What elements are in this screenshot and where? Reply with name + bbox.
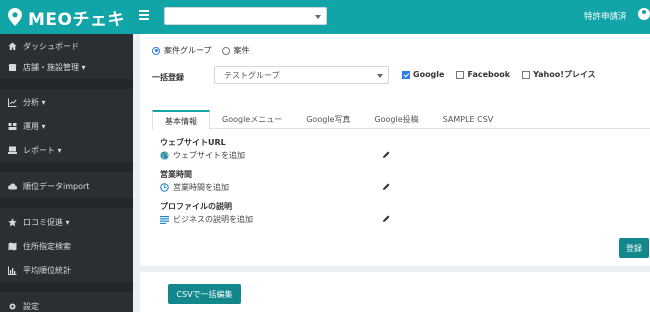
top-bar: MEOチェキ 特許申請済 <box>0 0 650 34</box>
target-type-radio-group: 案件グループ 案件 <box>152 45 260 56</box>
add-description-link[interactable]: ビジネスの説明を追加 <box>160 214 253 225</box>
sidebar-item-reports[interactable]: レポート ▾ <box>0 138 133 162</box>
radio-project[interactable] <box>221 46 230 55</box>
pencil-icon[interactable] <box>382 214 391 223</box>
sidebar-item-label: ダッシュボード <box>23 41 79 51</box>
sidebar-item-store-management[interactable]: 店舗・施設管理 ▾ <box>0 55 133 79</box>
platform-label: Google <box>413 70 445 79</box>
pencil-icon[interactable] <box>382 150 391 159</box>
store-icon <box>8 63 17 72</box>
brand-logo[interactable]: MEOチェキ <box>0 0 133 34</box>
radio-label: 案件 <box>233 46 250 55</box>
edit-panel: 案件グループ 案件 一括登録 テストグループ Google Facebook Y… <box>140 34 650 312</box>
tab-google-photos[interactable]: Google写真 <box>294 110 362 129</box>
sidebar-item-label: 運用 ▾ <box>23 121 46 131</box>
sidebar-item-label: 店舗・施設管理 ▾ <box>23 62 86 72</box>
chevron-down-icon <box>315 15 321 19</box>
sidebar-divider <box>0 162 133 172</box>
sidebar-item-address-search[interactable]: 住所指定検索 <box>0 234 133 258</box>
main-content: 案件グループ 案件 一括登録 テストグループ Google Facebook Y… <box>133 34 650 312</box>
store-select[interactable] <box>164 7 327 25</box>
pencil-icon[interactable] <box>382 182 391 191</box>
group-select[interactable]: テストグループ <box>214 66 389 84</box>
user-account-icon[interactable] <box>638 8 650 20</box>
tab-google-posts[interactable]: Google投稿 <box>362 110 430 129</box>
business-hours-title: 営業時間 <box>160 170 192 179</box>
map-icon <box>8 242 17 251</box>
sidebar-item-settings[interactable]: 設定 <box>0 294 133 312</box>
sidebar-item-rank-import[interactable]: 順位データimport <box>0 174 133 198</box>
sidebar: ダッシュボード 店舗・施設管理 ▾ 分析 ▾ 運用 ▾ レポート ▾ 順位データ… <box>0 34 133 312</box>
sidebar-item-label: 順位データimport <box>23 181 90 191</box>
add-website-link[interactable]: ウェブサイトを追加 <box>160 150 245 161</box>
sidebar-item-review-promotion[interactable]: 口コミ促進 ▾ <box>0 210 133 234</box>
tab-google-menu[interactable]: Googleメニュー <box>210 110 294 129</box>
radio-label: 案件グループ <box>164 46 212 55</box>
sidebar-item-label: 分析 ▾ <box>23 97 46 107</box>
tab-sample-csv[interactable]: SAMPLE CSV <box>431 110 506 129</box>
group-select-value: テストグループ <box>224 70 280 80</box>
bulk-register-label: 一括登録 <box>152 73 184 82</box>
bar-chart-icon <box>8 266 17 275</box>
sidebar-item-analysis[interactable]: 分析 ▾ <box>0 90 133 114</box>
add-business-hours-text: 営業時間を追加 <box>173 183 229 192</box>
lines-icon <box>160 216 169 224</box>
profile-description-title: プロファイルの説明 <box>160 202 232 211</box>
content-tabs: 基本情報 Googleメニュー Google写真 Google投稿 SAMPLE… <box>152 110 650 130</box>
cloud-upload-icon <box>8 182 17 191</box>
clock-icon <box>160 183 169 192</box>
tab-basic-info[interactable]: 基本情報 <box>152 110 210 130</box>
checkbox-google[interactable] <box>402 70 410 79</box>
sidebar-item-label: 住所指定検索 <box>23 241 71 251</box>
star-icon <box>8 217 17 227</box>
menu-toggle-icon[interactable] <box>139 10 149 21</box>
chevron-down-icon <box>377 74 383 78</box>
checkbox-facebook[interactable] <box>456 70 465 79</box>
report-icon <box>8 146 17 155</box>
add-business-hours-link[interactable]: 営業時間を追加 <box>160 182 229 193</box>
platform-checkboxes: Google Facebook Yahoo!プレイス <box>402 69 608 80</box>
sidebar-divider <box>0 282 133 292</box>
globe-icon <box>160 151 169 160</box>
checkbox-yahoo-place[interactable] <box>522 70 531 79</box>
gear-icon <box>8 302 17 311</box>
home-icon <box>8 42 17 51</box>
chart-icon <box>8 98 17 107</box>
platform-label: Yahoo!プレイス <box>533 70 596 79</box>
sidebar-divider <box>0 198 133 208</box>
map-pin-icon <box>8 8 22 26</box>
sidebar-item-label: 平均順位統計 <box>23 265 71 275</box>
add-description-text: ビジネスの説明を追加 <box>173 215 253 224</box>
sidebar-item-label: レポート ▾ <box>23 145 62 155</box>
add-website-text: ウェブサイトを追加 <box>173 151 245 160</box>
sidebar-item-label: 口コミ促進 ▾ <box>23 217 70 227</box>
panel-divider <box>140 266 650 272</box>
ops-icon <box>8 122 17 131</box>
csv-bulk-edit-button[interactable]: CSVで一括編集 <box>168 284 241 304</box>
radio-project-group[interactable] <box>152 46 160 55</box>
register-button[interactable]: 登録 <box>619 238 649 258</box>
website-url-title: ウェブサイトURL <box>160 138 226 147</box>
logo-text: MEOチェキ <box>28 9 125 30</box>
sidebar-divider <box>0 79 133 89</box>
sidebar-item-label: 設定 <box>23 301 39 311</box>
sidebar-item-average-rank[interactable]: 平均順位統計 <box>0 258 133 282</box>
sidebar-item-operations[interactable]: 運用 ▾ <box>0 114 133 138</box>
platform-label: Facebook <box>467 70 511 79</box>
patent-pending-text: 特許申請済 <box>584 12 627 22</box>
